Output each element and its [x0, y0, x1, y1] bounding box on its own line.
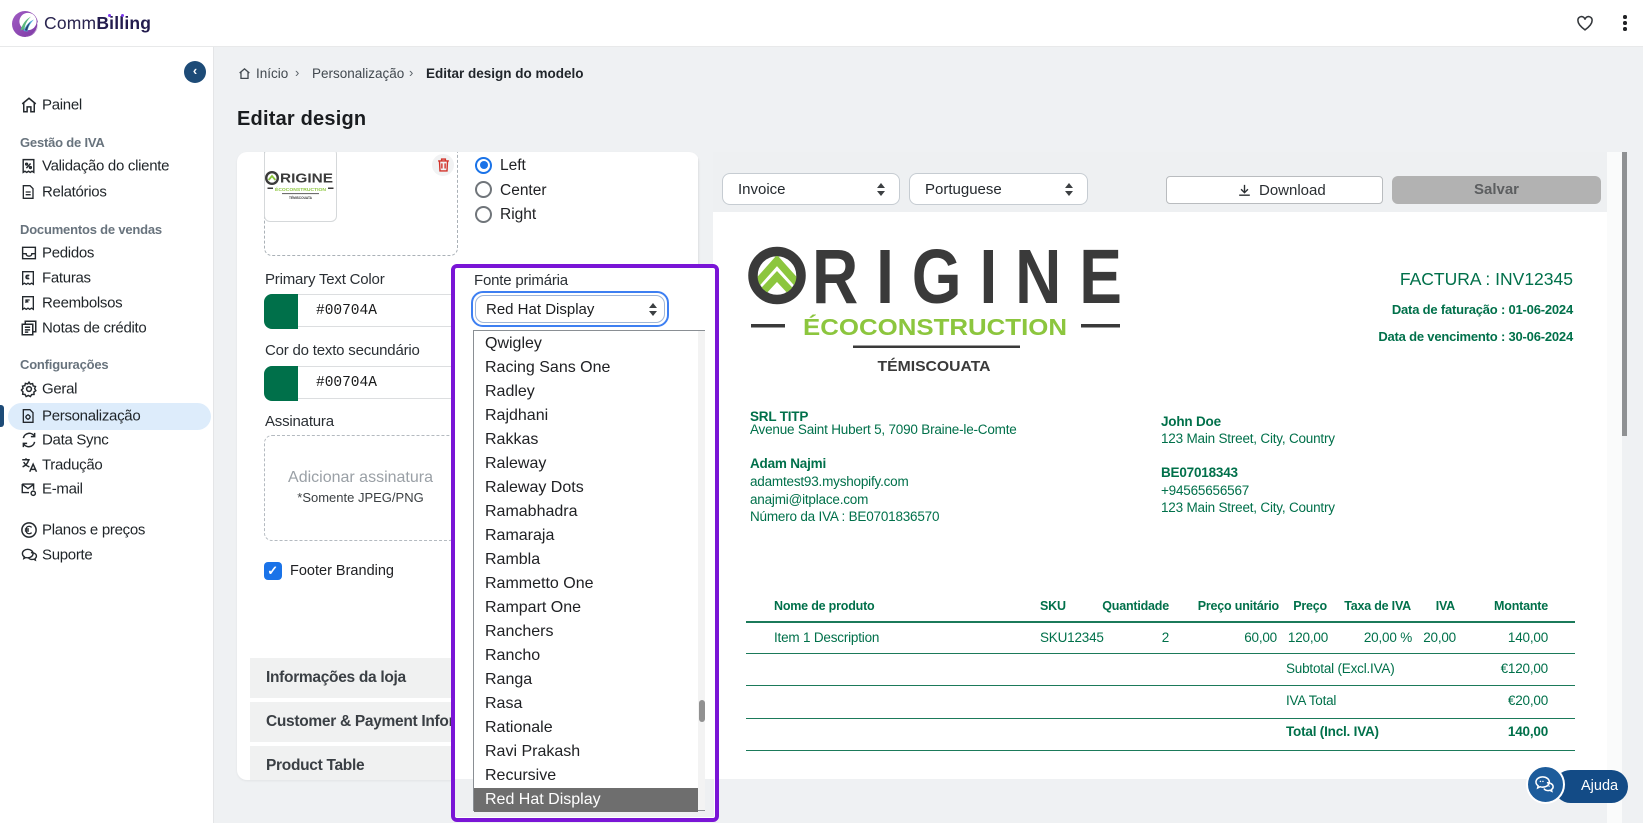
svg-text:TÉMISCOUATA: TÉMISCOUATA	[878, 358, 991, 375]
svg-text:RIGINE: RIGINE	[280, 172, 333, 186]
svg-text:ÉCOCONSTRUCTION: ÉCOCONSTRUCTION	[275, 185, 327, 192]
svg-text:ÉCOCONSTRUCTION: ÉCOCONSTRUCTION	[803, 313, 1067, 340]
svg-text:TÉMISCOUATA: TÉMISCOUATA	[289, 195, 312, 200]
svg-text:RIGINE: RIGINE	[812, 242, 1122, 319]
